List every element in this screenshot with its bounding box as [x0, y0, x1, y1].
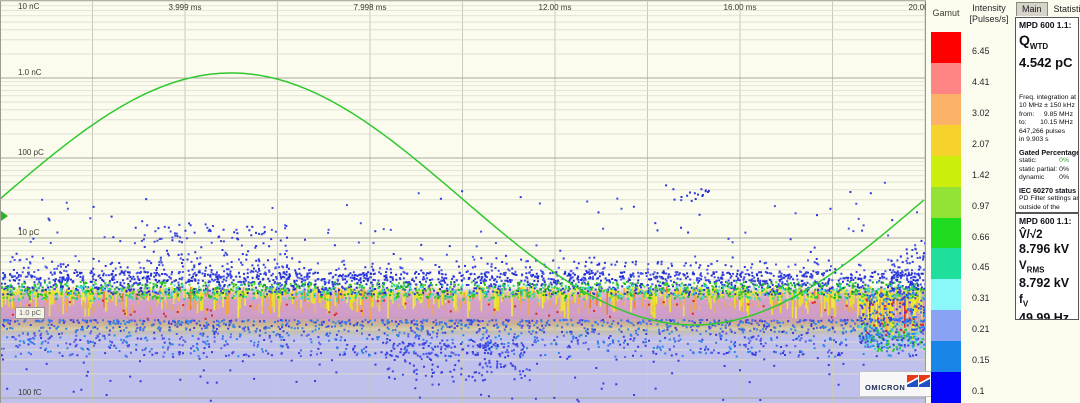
- voltage-symbol: V̂/√2: [1019, 229, 1075, 242]
- voltage-symbol-sub: RMS: [1027, 265, 1045, 274]
- gated-percentage-title: Gated Percentage: [1019, 148, 1075, 157]
- intensity-value: 0.45: [972, 262, 990, 272]
- gated-row: static partial:0%: [1019, 166, 1075, 175]
- iec-status-title: IEC 60270 status: [1019, 186, 1075, 195]
- intensity-value: 3.02: [972, 108, 990, 118]
- voltage-value: 8.792 kV: [1019, 276, 1075, 291]
- gated-row-label: dynamic: [1019, 174, 1044, 183]
- gamut-color-segment: [931, 341, 961, 372]
- gamut-label: Gamut: [929, 8, 963, 18]
- intensity-value: 0.1: [972, 386, 985, 396]
- gamut-color-segment: [931, 279, 961, 310]
- gamut-color-segment: [931, 248, 961, 279]
- gated-row-label: static partial:: [1019, 166, 1057, 175]
- voltage-symbol: VRMS: [1019, 260, 1075, 276]
- tab-main[interactable]: Main: [1016, 2, 1048, 16]
- pulse-duration: in 9.903 s: [1019, 136, 1075, 145]
- qwtd-value: 4.542 pC: [1019, 55, 1075, 70]
- pd-pattern-plot[interactable]: [0, 0, 926, 403]
- omicron-logo-icon: [907, 375, 918, 387]
- voltage-panel: MPD 600 1.1: V̂/√28.796 kVVRMS8.792 kVfV…: [1015, 213, 1079, 320]
- gamut-color-segment: [931, 32, 961, 63]
- gamut-color-segment: [931, 187, 961, 218]
- freq-to-row: to:10.15 MHz: [1019, 119, 1075, 128]
- voltage-value: 49.99 Hz: [1019, 311, 1075, 320]
- gated-row-value: 0%: [1059, 174, 1069, 183]
- intensity-header-line1: Intensity: [962, 3, 1016, 14]
- gated-row-value: 0%: [1059, 166, 1069, 175]
- mpd-600-app: 3.999 ms7.998 ms12.00 ms16.00 ms20.00 ms…: [0, 0, 1080, 403]
- voltage-symbol-main: V̂/√2: [1019, 229, 1043, 241]
- voltage-value: 8.796 kV: [1019, 242, 1075, 257]
- gated-row: dynamic 0%: [1019, 174, 1075, 183]
- freq-from-row: from:9.85 MHz: [1019, 111, 1075, 120]
- gamut-color-segment: [931, 63, 961, 94]
- device-title: MPD 600 1.1:: [1019, 20, 1075, 30]
- gamut-color-segment: [931, 372, 961, 403]
- intensity-value: 0.66: [972, 232, 990, 242]
- voltage-symbol-sub: V: [1023, 300, 1028, 309]
- gamut-color-segment: [931, 156, 961, 187]
- gamut-color-segment: [931, 218, 961, 249]
- voltage-symbol-main: V: [1019, 260, 1027, 272]
- intensity-value: 1.42: [972, 170, 990, 180]
- intensity-header: Intensity [Pulses/s]: [962, 3, 1016, 25]
- intensity-value: 0.21: [972, 324, 990, 334]
- pulse-count: 647,266 pulses: [1019, 128, 1075, 137]
- qwtd-panel: MPD 600 1.1: QWTD 4.542 pC Freq. integra…: [1015, 17, 1079, 213]
- qwtd-symbol: QWTD: [1019, 32, 1075, 55]
- intensity-value: 0.97: [972, 201, 990, 211]
- iec-status-line2: outside of the: [1019, 204, 1075, 213]
- device-title: MPD 600 1.1:: [1019, 216, 1075, 226]
- intensity-value: 0.15: [972, 355, 990, 365]
- voltage-rows: V̂/√28.796 kVVRMS8.792 kVfV49.99 Hz: [1019, 229, 1075, 320]
- gamut-color-segment: [931, 94, 961, 125]
- gated-row: static: 0%: [1019, 157, 1075, 166]
- omicron-logo-text: OMICRON: [865, 383, 905, 392]
- freq-integration-line1: Freq. integration at: [1019, 94, 1075, 103]
- intensity-value: 0.31: [972, 293, 990, 303]
- intensity-header-line2: [Pulses/s]: [962, 14, 1016, 25]
- omicron-logo: OMICRON: [859, 371, 933, 397]
- gated-row-label: static:: [1019, 157, 1037, 166]
- gamut-color-segment: [931, 310, 961, 341]
- gamut-color-segment: [931, 125, 961, 156]
- gated-percentage-rows: static:0%static partial:0%dynamic0%: [1019, 157, 1075, 183]
- side-panel-tabs: MainStatistics: [1016, 1, 1080, 16]
- intensity-value: 4.41: [972, 77, 990, 87]
- gated-row-value: 0%: [1059, 157, 1069, 166]
- omicron-logo-icon: [919, 375, 930, 387]
- intensity-value: 2.07: [972, 139, 990, 149]
- voltage-symbol: fV: [1019, 294, 1075, 310]
- tab-statistics[interactable]: Statistics: [1049, 3, 1080, 16]
- iec-status-line1: PD Filter settings are: [1019, 195, 1075, 204]
- intensity-value: 6.45: [972, 46, 990, 56]
- freq-integration-line2: 10 MHz ± 150 kHz: [1019, 102, 1075, 111]
